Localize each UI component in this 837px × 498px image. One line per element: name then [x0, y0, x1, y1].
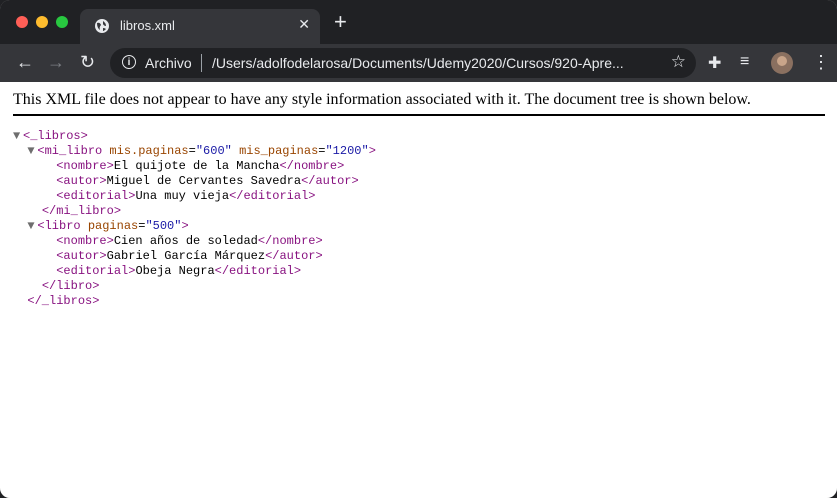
editorial-close-tag: </editorial>: [229, 189, 316, 203]
info-divider: [13, 114, 825, 116]
tab-libros-xml[interactable]: libros.xml ✕: [80, 9, 320, 44]
tab-close-icon[interactable]: ✕: [298, 16, 310, 33]
xml-root-close-line: </_libros>: [13, 294, 376, 309]
browser-menu-icon[interactable]: ⋮: [812, 52, 830, 72]
libro-open-line: ▼ <libro paginas="500">: [27, 219, 189, 234]
root-open-tag: <_libros>: [23, 129, 88, 143]
close-window-button[interactable]: [16, 16, 28, 28]
attr-name: paginas: [87, 219, 139, 233]
nombre-text: Cien años de soledad: [113, 234, 258, 248]
extensions-puzzle-icon[interactable]: ✚: [708, 53, 721, 73]
nombre-close-tag: </nombre>: [279, 159, 345, 173]
editorial-text: Una muy vieja: [135, 189, 230, 203]
xml-element-line: <autor>Miguel de Cervantes Savedra</auto…: [13, 174, 376, 189]
tag-end: >: [181, 219, 189, 233]
nombre-text: El quijote de la Mancha: [113, 159, 280, 173]
editorial-close-tag: </editorial>: [214, 264, 302, 278]
libro-close-tag: </libro>: [41, 279, 100, 293]
libro-open-tag: <libro: [37, 219, 81, 233]
globe-icon: [95, 19, 109, 33]
back-button[interactable]: ←: [16, 51, 34, 73]
mi-libro-close-tag: </mi_libro>: [41, 204, 122, 218]
autor-close-tag: </autor>: [301, 174, 359, 188]
xml-info-message: This XML file does not appear to have an…: [13, 91, 751, 108]
attr-name: mis.paginas: [109, 144, 189, 158]
mi-libro-close-line: </mi_libro>: [13, 204, 376, 219]
omnibox-divider: [201, 54, 202, 72]
autor-open-tag: <autor>: [56, 174, 107, 188]
info-icon[interactable]: i: [122, 55, 136, 69]
editorial-open-tag: <editorial>: [56, 189, 136, 203]
mi-libro-open-tag: <mi_libro: [37, 144, 103, 158]
browser-window: libros.xml ✕ + ← → ↻ i Archivo /Users/ad…: [0, 0, 837, 498]
new-tab-button[interactable]: +: [334, 11, 347, 33]
address-bar[interactable]: i Archivo /Users/adolfodelarosa/Document…: [110, 48, 696, 78]
xml-tree: ▼ <_libros> ▼ <mi_libro mis.paginas="600" …: [13, 129, 376, 309]
url-text[interactable]: /Users/adolfodelarosa/Documents/Udemy202…: [212, 55, 624, 71]
attr-name: mis_paginas: [239, 144, 319, 158]
mi-libro-open-line: ▼ <mi_libro mis.paginas="600" mis_paginas…: [27, 144, 376, 159]
attr-value: "1200": [325, 144, 369, 158]
xml-element-line: <autor>Gabriel García Márquez</autor>: [13, 249, 376, 264]
toolbar: ← → ↻ i Archivo /Users/adolfodelarosa/Do…: [0, 44, 837, 82]
zoom-window-button[interactable]: [56, 16, 68, 28]
xml-element-line: <editorial>Obeja Negra</editorial>: [13, 264, 376, 279]
page-content: This XML file does not appear to have an…: [0, 82, 837, 498]
nombre-open-tag: <nombre>: [56, 159, 114, 173]
libro-close-line: </libro>: [13, 279, 376, 294]
title-bar: libros.xml ✕ +: [0, 0, 837, 44]
tab-title: libros.xml: [120, 18, 175, 33]
xml-element-line: <editorial>Una muy vieja</editorial>: [13, 189, 376, 204]
root-close-tag: </_libros>: [27, 294, 100, 308]
xml-element-line: <nombre>El quijote de la Mancha</nombre>: [13, 159, 376, 174]
autor-text: Miguel de Cervantes Savedra: [106, 174, 302, 188]
autor-open-tag: <autor>: [56, 249, 107, 263]
collapse-triangle-icon[interactable]: ▼: [27, 219, 37, 234]
attr-value: "600": [195, 144, 232, 158]
media-controls-icon[interactable]: ≡: [740, 53, 749, 71]
collapse-triangle-icon[interactable]: ▼: [27, 144, 37, 159]
forward-button[interactable]: →: [47, 51, 65, 73]
profile-avatar[interactable]: [771, 52, 793, 74]
autor-text: Gabriel García Márquez: [106, 249, 266, 263]
tag-end: >: [368, 144, 376, 158]
editorial-text: Obeja Negra: [135, 264, 215, 278]
xml-element-line: <nombre>Cien años de soledad</nombre>: [13, 234, 376, 249]
omnibox-scheme-label: Archivo: [145, 55, 192, 71]
editorial-open-tag: <editorial>: [56, 264, 136, 278]
bookmark-star-icon[interactable]: ☆: [671, 52, 686, 72]
attr-value: "500": [145, 219, 182, 233]
collapse-triangle-icon[interactable]: ▼: [13, 129, 23, 144]
reload-button[interactable]: ↻: [80, 51, 95, 73]
nombre-open-tag: <nombre>: [56, 234, 114, 248]
minimize-window-button[interactable]: [36, 16, 48, 28]
xml-root-open-line: ▼ <_libros>: [13, 129, 376, 144]
nombre-close-tag: </nombre>: [257, 234, 323, 248]
autor-close-tag: </autor>: [265, 249, 323, 263]
